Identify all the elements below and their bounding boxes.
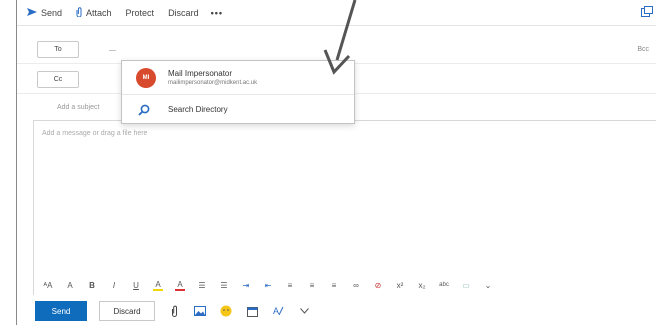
- message-body[interactable]: Add a message or drag a file here: [33, 120, 656, 295]
- contact-name: Mail Impersonator: [168, 69, 233, 78]
- toolbar-send-button[interactable]: Send: [27, 7, 63, 18]
- toolbar-protect-button[interactable]: Protect: [126, 8, 155, 18]
- search-directory-label: Search Directory: [168, 105, 228, 114]
- attach-icon[interactable]: [167, 304, 181, 318]
- strikethrough-icon[interactable]: abc: [439, 282, 449, 288]
- align-left-icon[interactable]: ≡: [285, 281, 295, 290]
- link-icon[interactable]: ∞: [351, 281, 361, 290]
- emoji-icon[interactable]: [219, 304, 233, 318]
- image-icon[interactable]: [193, 304, 207, 318]
- to-input[interactable]: —: [109, 47, 116, 54]
- indent-icon[interactable]: ⇥: [241, 281, 251, 290]
- toolbar-send-label: Send: [41, 7, 63, 18]
- toolbar-discard-button[interactable]: Discard: [168, 8, 199, 18]
- italic-icon[interactable]: I: [109, 281, 119, 290]
- highlight-icon[interactable]: A: [153, 280, 163, 291]
- font-color-icon[interactable]: A: [175, 280, 185, 291]
- search-icon: [138, 103, 150, 116]
- outdent-icon[interactable]: ⇤: [263, 281, 273, 290]
- send-button[interactable]: Send: [35, 301, 87, 321]
- discard-button[interactable]: Discard: [99, 301, 155, 321]
- more-chevron-icon[interactable]: [297, 304, 311, 318]
- toolbar-attach-button[interactable]: Attach: [76, 6, 112, 19]
- format-painter-icon[interactable]: ▭: [461, 281, 471, 290]
- send-icon: [27, 7, 37, 18]
- align-right-icon[interactable]: ≡: [329, 281, 339, 290]
- svg-text:A: A: [273, 306, 279, 316]
- subject-input[interactable]: Add a subject: [57, 104, 99, 111]
- format-text-icon[interactable]: A: [271, 304, 285, 318]
- more-options-icon[interactable]: •••: [211, 8, 223, 18]
- cc-button[interactable]: Cc: [37, 71, 79, 88]
- bcc-button[interactable]: Bcc: [637, 46, 649, 53]
- action-bar: Send Discard A: [33, 297, 656, 325]
- font-icon[interactable]: A: [65, 281, 75, 290]
- toolbar-protect-label: Protect: [125, 7, 155, 18]
- calendar-icon[interactable]: [245, 304, 259, 318]
- compose-window: Send Attach Protect Discard ••• To — Bcc…: [16, 0, 656, 325]
- paperclip-icon: [76, 6, 82, 19]
- toolbar-attach-label: Attach: [86, 7, 112, 18]
- contact-email: mailimpersonator@midkent.ac.uk: [168, 80, 258, 86]
- toolbar-discard-label: Discard: [168, 7, 199, 18]
- underline-icon[interactable]: U: [131, 281, 141, 290]
- superscript-icon[interactable]: x²: [395, 281, 405, 290]
- align-center-icon[interactable]: ≡: [307, 281, 317, 290]
- format-toolbar: ᴬA A B I U A A ☰ ☰ ⇥ ⇤ ≡ ≡ ≡ ∞ ⊘ x² x₂ a…: [33, 274, 656, 296]
- bold-icon[interactable]: B: [87, 281, 97, 290]
- remove-link-icon[interactable]: ⊘: [373, 281, 383, 290]
- search-directory-item[interactable]: Search Directory: [122, 96, 354, 124]
- font-size-icon[interactable]: ᴬA: [43, 281, 53, 290]
- message-placeholder: Add a message or drag a file here: [42, 130, 148, 137]
- avatar: MI: [136, 68, 156, 88]
- annotation-arrow-icon: [323, 0, 357, 75]
- numbering-icon[interactable]: ☰: [219, 281, 229, 290]
- chevron-down-icon[interactable]: ⌄: [483, 281, 493, 290]
- popout-icon[interactable]: [641, 6, 653, 17]
- bullets-icon[interactable]: ☰: [197, 281, 207, 290]
- to-button[interactable]: To: [37, 41, 79, 58]
- subscript-icon[interactable]: x₂: [417, 281, 427, 290]
